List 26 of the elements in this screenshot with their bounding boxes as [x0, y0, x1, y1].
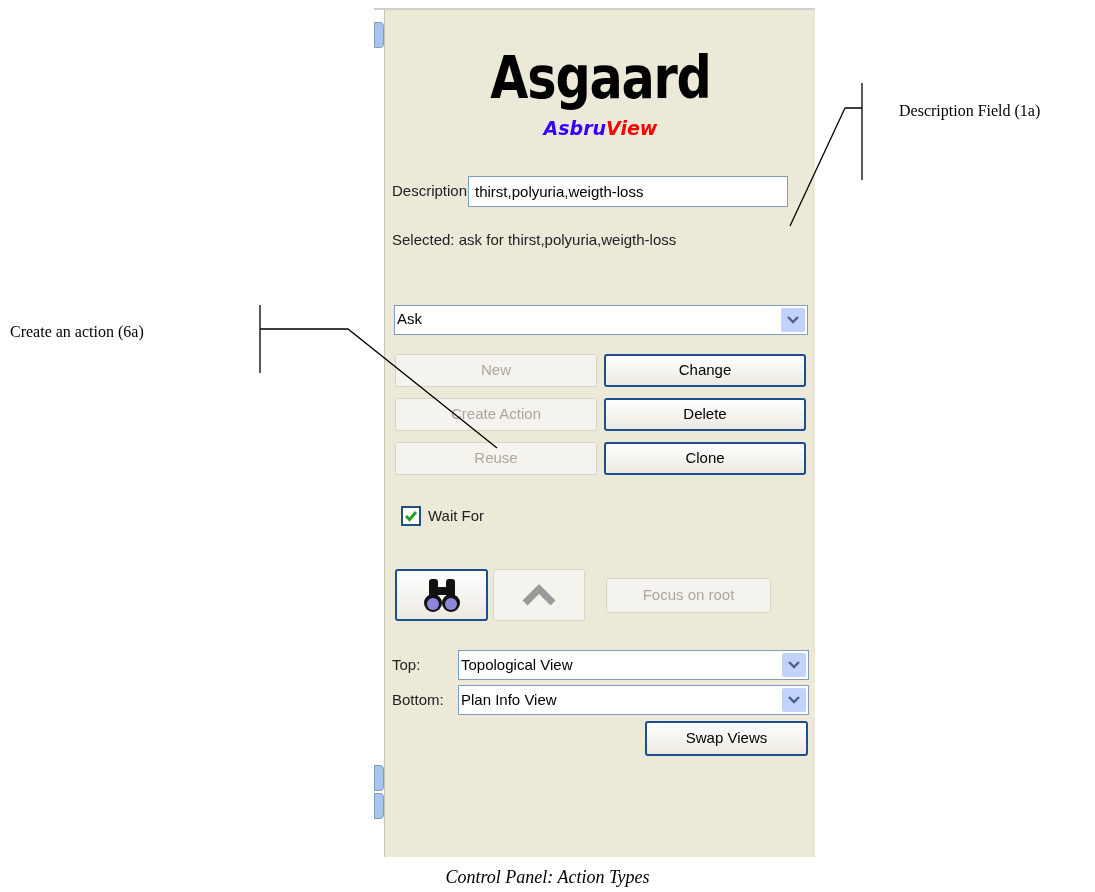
action-button[interactable]: Clone	[604, 441, 806, 475]
checkbox[interactable]	[401, 505, 421, 526]
dropdown[interactable]: Ask	[394, 304, 808, 335]
collapse-tab-icon[interactable]	[374, 765, 384, 791]
action-button[interactable]: Delete	[604, 397, 806, 431]
checkmark-icon	[404, 509, 418, 522]
action-button[interactable]: Change	[604, 353, 806, 387]
field-label: Top:	[392, 654, 422, 675]
logo-subtitle: AsbruView	[543, 116, 658, 140]
collapse-tab-icon[interactable]	[374, 793, 384, 819]
annotation-label: Create an action (6a)	[10, 322, 144, 343]
checkbox-label: Wait For	[428, 505, 485, 526]
logo-title: Asgaard	[489, 44, 712, 112]
binoculars-icon	[422, 577, 461, 613]
binoculars-button[interactable]	[395, 569, 488, 621]
swap-views-button[interactable]: Swap Views	[645, 721, 808, 756]
chevron-up-icon	[522, 584, 556, 606]
collapse-tab-icon[interactable]	[374, 22, 384, 48]
selected-text: Selected: ask for thirst,polyuria,weigth-loss	[392, 230, 678, 250]
figure-caption: Control Panel: Action Types	[445, 866, 650, 889]
annotation-label: Description Field (1a)	[899, 101, 1041, 122]
field-label: Bottom:	[392, 689, 445, 710]
dropdown[interactable]: Topological View	[458, 650, 809, 680]
dropdown[interactable]: Plan Info View	[458, 685, 809, 715]
field-label: Description	[392, 181, 468, 202]
description-field[interactable]: thirst,polyuria,weigth-loss	[468, 176, 789, 207]
